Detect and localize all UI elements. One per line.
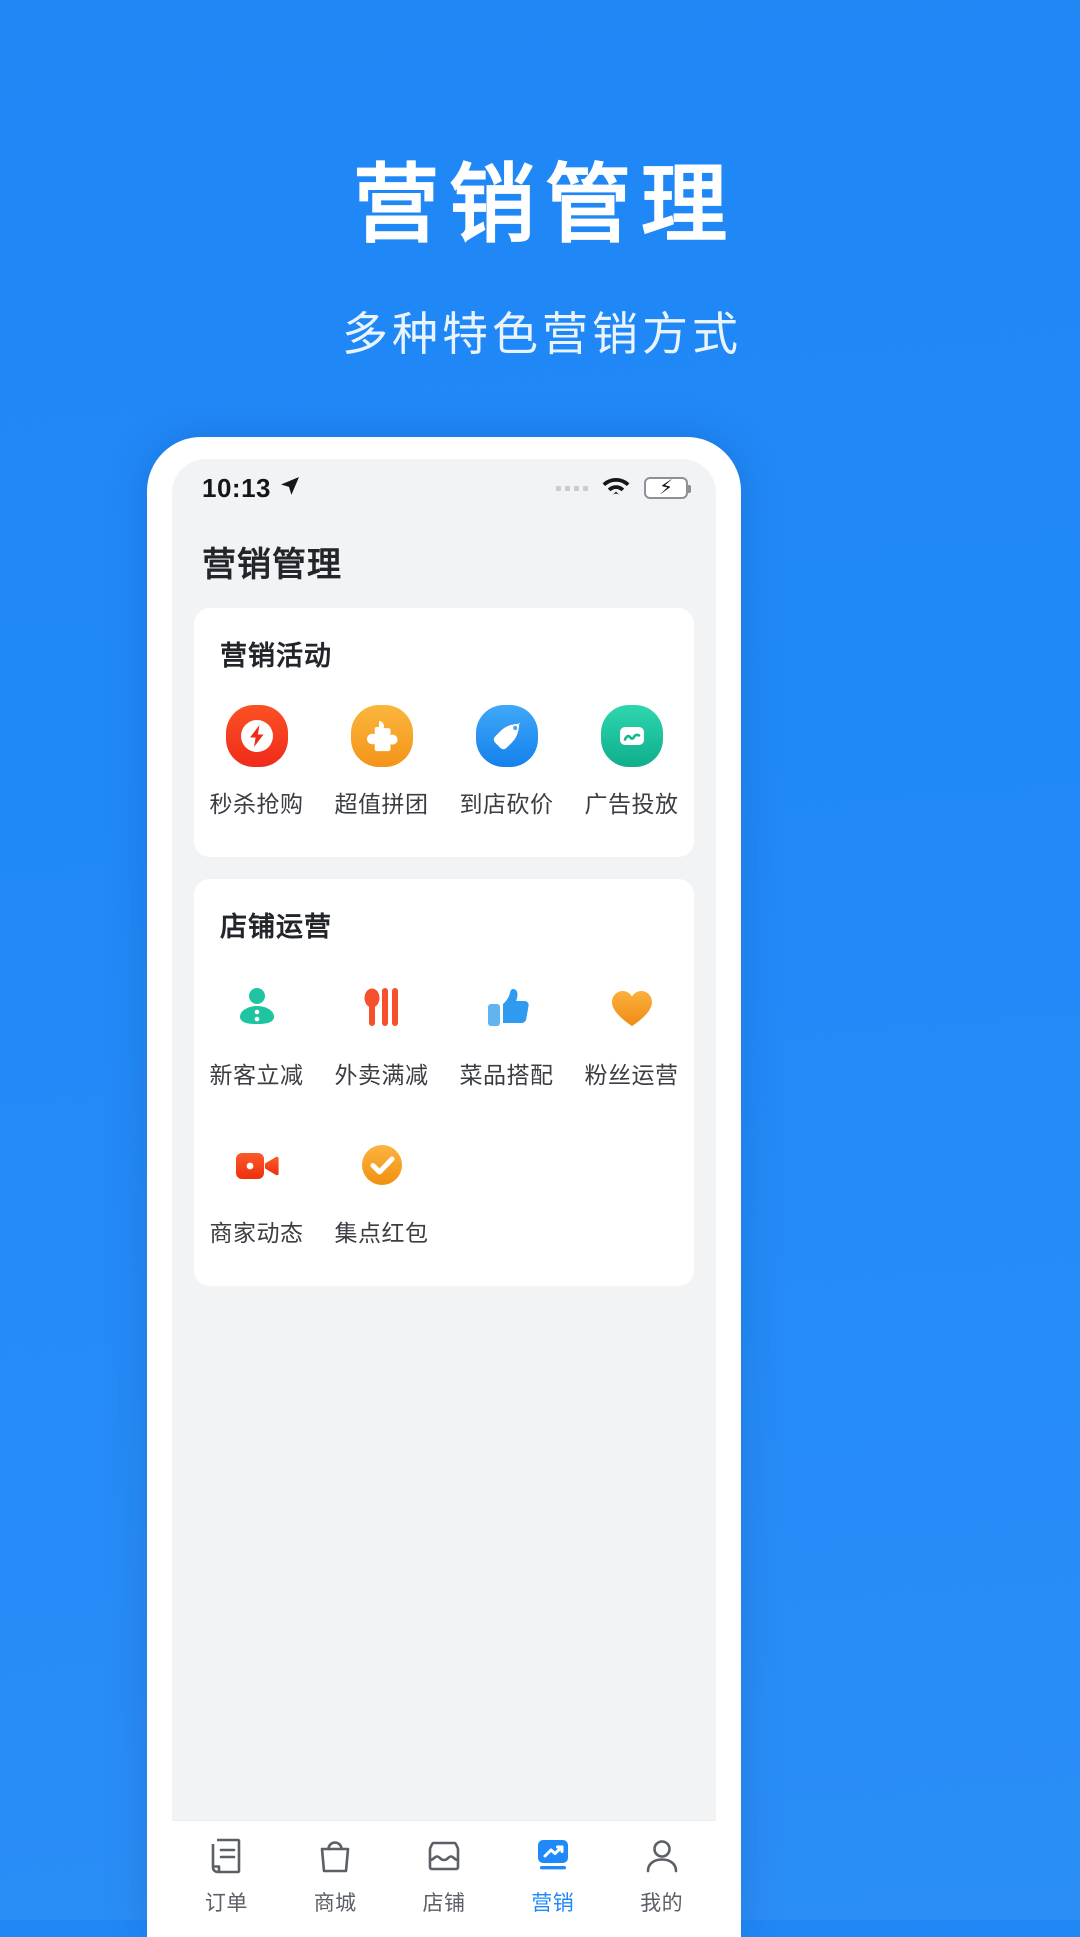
entry-label: 菜品搭配 xyxy=(459,1062,554,1088)
status-bar-right: ⚡ xyxy=(556,474,691,503)
signal-dots-icon xyxy=(556,485,588,491)
card-store-operations: 店铺运营 新客立减 外卖满减 菜品搭配 粉丝运营 商家动态 集点红包 xyxy=(194,879,694,1286)
wifi-icon xyxy=(601,474,631,503)
puzzle-piece-icon xyxy=(349,703,415,769)
thumbs-up-icon xyxy=(474,974,540,1040)
promo-title: 营销管理 xyxy=(353,157,737,253)
entry-seckill[interactable]: 秒杀抢购 xyxy=(194,703,319,819)
card-title: 营销活动 xyxy=(220,641,332,671)
entry-label: 广告投放 xyxy=(584,791,679,817)
tab-label: 商城 xyxy=(313,1892,357,1915)
status-time: 10:13 xyxy=(202,472,271,503)
entry-grid: 秒杀抢购 超值拼团 到店砍价 广告投放 xyxy=(194,703,694,827)
app-bar: 营销管理 xyxy=(172,517,716,608)
promo-subtitle: 多种特色营销方式 xyxy=(342,308,742,361)
trending-chart-icon xyxy=(532,1835,574,1877)
status-bar: 10:13 ⚡ xyxy=(172,459,716,517)
tab-profile[interactable]: 我的 xyxy=(607,1835,716,1917)
check-circle-icon xyxy=(349,1132,415,1198)
entry-group-buy[interactable]: 超值拼团 xyxy=(319,703,444,819)
new-customer-icon xyxy=(224,974,290,1040)
entry-label: 外卖满减 xyxy=(334,1062,429,1088)
cutlery-icon xyxy=(349,974,415,1040)
entry-dish-pairing[interactable]: 菜品搭配 xyxy=(444,974,569,1090)
entry-bargain[interactable]: 到店砍价 xyxy=(444,703,569,819)
bottom-tab-bar: 订单 商城 店铺 营销 我的 xyxy=(172,1820,716,1937)
entry-stamp-red-packet[interactable]: 集点红包 xyxy=(319,1132,444,1248)
entry-advertising[interactable]: 广告投放 xyxy=(569,703,694,819)
entry-label: 粉丝运营 xyxy=(584,1062,679,1088)
tab-label: 订单 xyxy=(204,1892,248,1915)
tab-label: 我的 xyxy=(640,1892,684,1915)
video-camera-icon xyxy=(224,1132,290,1198)
tab-orders[interactable]: 订单 xyxy=(172,1835,281,1917)
tab-marketing[interactable]: 营销 xyxy=(498,1835,607,1917)
lightning-bolt-icon xyxy=(224,703,290,769)
battery-charging-icon: ⚡ xyxy=(644,477,691,499)
entry-merchant-feed[interactable]: 商家动态 xyxy=(194,1132,319,1248)
card-marketing-activities: 营销活动 秒杀抢购 超值拼团 到店砍价 广告投放 xyxy=(194,608,694,857)
shopping-bag-icon xyxy=(314,1835,356,1877)
entry-label: 到店砍价 xyxy=(459,791,554,817)
tab-store[interactable]: 店铺 xyxy=(390,1835,499,1917)
promo-hero: 营销管理 多种特色营销方式 xyxy=(0,0,1080,364)
tab-label: 营销 xyxy=(531,1892,575,1915)
store-icon xyxy=(423,1835,465,1877)
phone-mockup: 10:13 ⚡ 营销管理 营销活动 秒杀抢购 超值拼团 到店砍价 广告投放 店铺… xyxy=(147,437,741,1937)
entry-label: 超值拼团 xyxy=(334,791,429,817)
status-bar-left: 10:13 xyxy=(202,473,302,504)
entry-label: 秒杀抢购 xyxy=(209,791,304,817)
phone-screen: 10:13 ⚡ 营销管理 营销活动 秒杀抢购 超值拼团 到店砍价 广告投放 店铺… xyxy=(172,459,716,1937)
price-tag-icon xyxy=(474,703,540,769)
card-title: 店铺运营 xyxy=(220,912,332,942)
page-title: 营销管理 xyxy=(202,546,342,584)
entry-new-customer-discount[interactable]: 新客立减 xyxy=(194,974,319,1090)
entry-grid: 新客立减 外卖满减 菜品搭配 粉丝运营 商家动态 集点红包 xyxy=(194,974,694,1256)
ad-chart-icon xyxy=(599,703,665,769)
entry-label: 商家动态 xyxy=(209,1220,304,1246)
entry-label: 新客立减 xyxy=(209,1062,304,1088)
entry-label: 集点红包 xyxy=(334,1220,429,1246)
entry-fan-operations[interactable]: 粉丝运营 xyxy=(569,974,694,1090)
heart-icon xyxy=(599,974,665,1040)
tab-mall[interactable]: 商城 xyxy=(281,1835,390,1917)
person-icon xyxy=(641,1835,683,1877)
tab-label: 店铺 xyxy=(422,1892,466,1915)
content-scroll[interactable]: 营销活动 秒杀抢购 超值拼团 到店砍价 广告投放 店铺运营 新客立减 外卖满减 … xyxy=(172,608,716,1820)
entry-takeout-discount[interactable]: 外卖满减 xyxy=(319,974,444,1090)
location-arrow-icon xyxy=(278,474,302,503)
receipt-icon xyxy=(205,1835,247,1877)
